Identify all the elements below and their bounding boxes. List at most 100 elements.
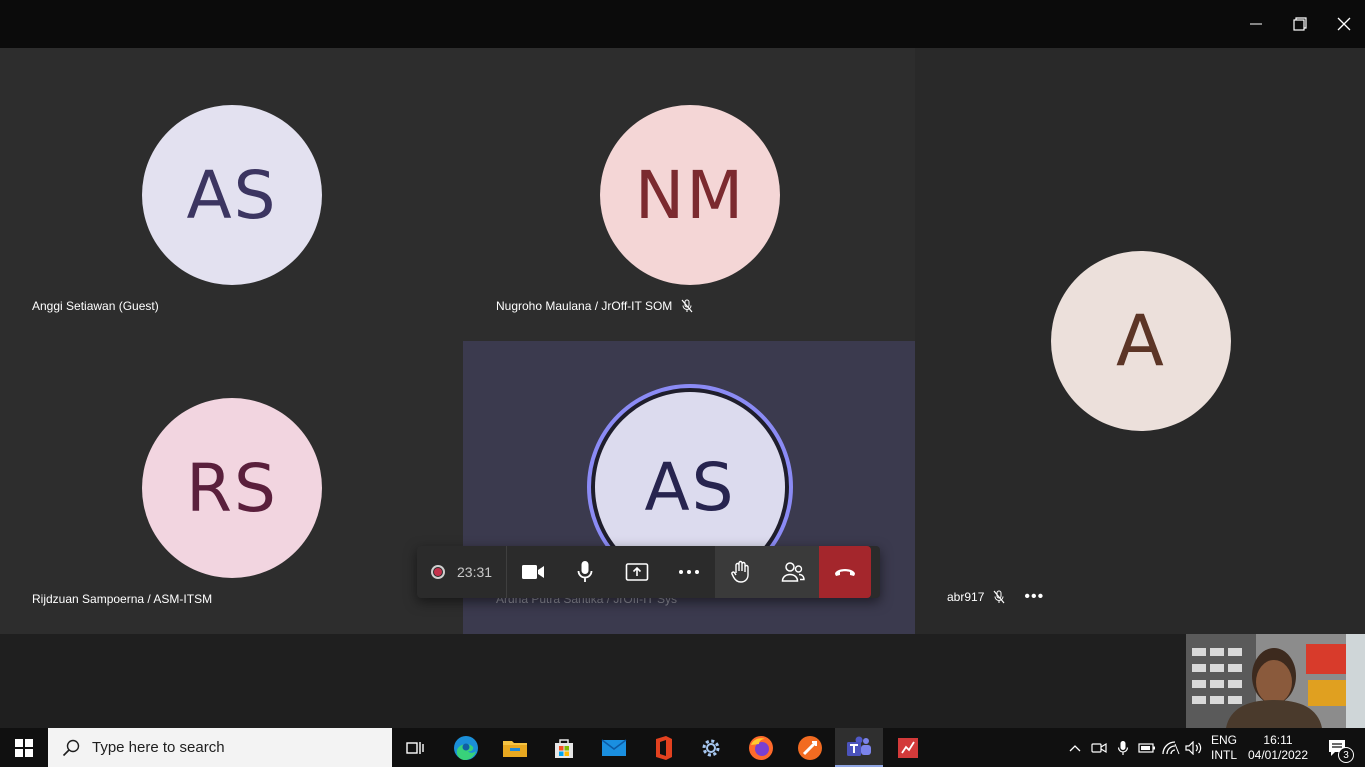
edge-button[interactable]	[442, 728, 490, 767]
clock-time: 16:11	[1263, 732, 1293, 747]
tray-camera[interactable]	[1088, 728, 1110, 767]
participant-name-label: Rijdzuan Sampoerna / ASM-ITSM	[32, 592, 212, 606]
volume-icon	[1185, 740, 1202, 755]
microphone-icon	[577, 561, 593, 582]
tray-volume[interactable]	[1183, 728, 1205, 767]
participants-button[interactable]	[767, 546, 820, 598]
mic-muted-icon	[681, 299, 693, 313]
avatar: RS	[142, 398, 322, 578]
office-icon	[656, 735, 672, 760]
participant-name-label: abr917 •••	[947, 588, 1044, 606]
participant-tile[interactable]: A abr917 •••	[915, 48, 1365, 634]
file-explorer-icon	[503, 740, 527, 757]
taskbar-search-input[interactable]: Type here to search	[48, 728, 392, 767]
participants-icon	[781, 562, 805, 582]
camera-button[interactable]	[507, 546, 559, 598]
mail-button[interactable]	[590, 728, 638, 767]
app-red-icon	[898, 737, 918, 758]
hang-up-button[interactable]	[819, 546, 872, 598]
settings-icon	[702, 739, 720, 756]
edge-icon	[454, 735, 478, 760]
windows-taskbar: Type here to search ENG INTL 16:11 04/01…	[0, 728, 1365, 767]
camera-in-use-icon	[1091, 742, 1107, 753]
participant-more-options-icon[interactable]: •••	[1024, 588, 1044, 606]
tray-microphone[interactable]	[1112, 728, 1134, 767]
orange-app-button[interactable]	[786, 728, 834, 767]
show-hidden-icons-button[interactable]	[1064, 728, 1086, 767]
more-options-button[interactable]	[663, 546, 715, 598]
file-explorer-button[interactable]	[491, 728, 539, 767]
share-screen-icon	[625, 563, 649, 581]
call-duration: 23:31	[457, 564, 493, 580]
teams-icon	[847, 736, 871, 756]
window-titlebar	[0, 0, 1365, 48]
participant-name: Nugroho Maulana / JrOff-IT SOM	[496, 299, 673, 313]
language-text: ENG INTL	[1211, 733, 1237, 763]
restore-button[interactable]	[1278, 0, 1322, 48]
close-icon	[1337, 17, 1351, 31]
chevron-up-icon	[1069, 744, 1081, 751]
app-orange-icon	[798, 735, 822, 760]
mail-icon	[601, 738, 627, 756]
participant-tile[interactable]: NM Nugroho Maulana / JrOff-IT SOM	[463, 48, 915, 341]
settings-button[interactable]	[687, 728, 735, 767]
red-app-button[interactable]	[884, 728, 932, 767]
participant-name: abr917	[947, 590, 985, 604]
participant-name: Rijdzuan Sampoerna / ASM-ITSM	[32, 592, 213, 606]
self-video-icon	[1186, 634, 1365, 728]
office-button[interactable]	[639, 728, 687, 767]
wifi-icon	[1162, 740, 1180, 754]
notifications-badge: 3	[1338, 747, 1354, 763]
call-controls-bar: 23:31	[417, 546, 880, 598]
hang-up-icon	[835, 569, 856, 576]
clock-date: 04/01/2022	[1247, 747, 1309, 762]
camera-icon	[522, 565, 545, 579]
avatar: AS	[142, 105, 322, 285]
microphone-in-use-icon	[1117, 740, 1129, 755]
action-center-button[interactable]: 3	[1318, 728, 1358, 767]
share-screen-button[interactable]	[611, 546, 663, 598]
clock-text: 16:11 04/01/2022	[1248, 733, 1308, 763]
participant-name-label: Nugroho Maulana / JrOff-IT SOM	[496, 299, 694, 313]
raise-hand-icon	[731, 560, 749, 583]
mic-muted-icon	[993, 590, 1005, 604]
microphone-button[interactable]	[559, 546, 611, 598]
avatar-initials: AS	[186, 156, 278, 234]
minimize-icon	[1250, 23, 1262, 25]
avatar: NM	[600, 105, 780, 285]
tray-wifi[interactable]	[1160, 728, 1182, 767]
store-button[interactable]	[540, 728, 588, 767]
avatar-initials: NM	[634, 156, 746, 234]
avatar-initials: AS	[644, 448, 736, 526]
language-indicator[interactable]: ENG INTL	[1206, 728, 1242, 767]
search-icon	[62, 739, 80, 756]
participant-tile[interactable]: AS Anggi Setiawan (Guest)	[0, 48, 463, 341]
avatar: A	[1051, 251, 1231, 431]
call-timer: 23:31	[417, 546, 508, 598]
raise-hand-button[interactable]	[715, 546, 768, 598]
battery-icon	[1138, 742, 1155, 753]
windows-logo-icon	[15, 738, 33, 757]
firefox-button[interactable]	[737, 728, 785, 767]
recording-icon	[431, 565, 445, 579]
teams-button[interactable]	[835, 728, 883, 767]
participant-name-label: Anggi Setiawan (Guest)	[32, 299, 159, 313]
task-view-button[interactable]	[392, 728, 440, 767]
bottom-strip	[0, 634, 1365, 728]
task-view-icon	[406, 741, 424, 754]
minimize-button[interactable]	[1234, 0, 1278, 48]
start-button[interactable]	[0, 728, 48, 767]
clock[interactable]: 16:11 04/01/2022	[1244, 728, 1312, 767]
tray-battery[interactable]	[1136, 728, 1158, 767]
search-placeholder: Type here to search	[92, 739, 225, 756]
restore-icon	[1293, 17, 1307, 31]
more-options-icon	[679, 570, 700, 574]
avatar-initials: A	[1116, 300, 1166, 382]
keyboard-layout: INTL	[1210, 747, 1237, 762]
participant-name: Anggi Setiawan (Guest)	[32, 299, 159, 313]
self-video-preview[interactable]	[1186, 634, 1365, 728]
close-button[interactable]	[1322, 0, 1365, 48]
language-code: ENG	[1210, 732, 1237, 747]
store-icon	[555, 738, 573, 758]
participant-tile[interactable]: RS Rijdzuan Sampoerna / ASM-ITSM	[0, 341, 463, 634]
